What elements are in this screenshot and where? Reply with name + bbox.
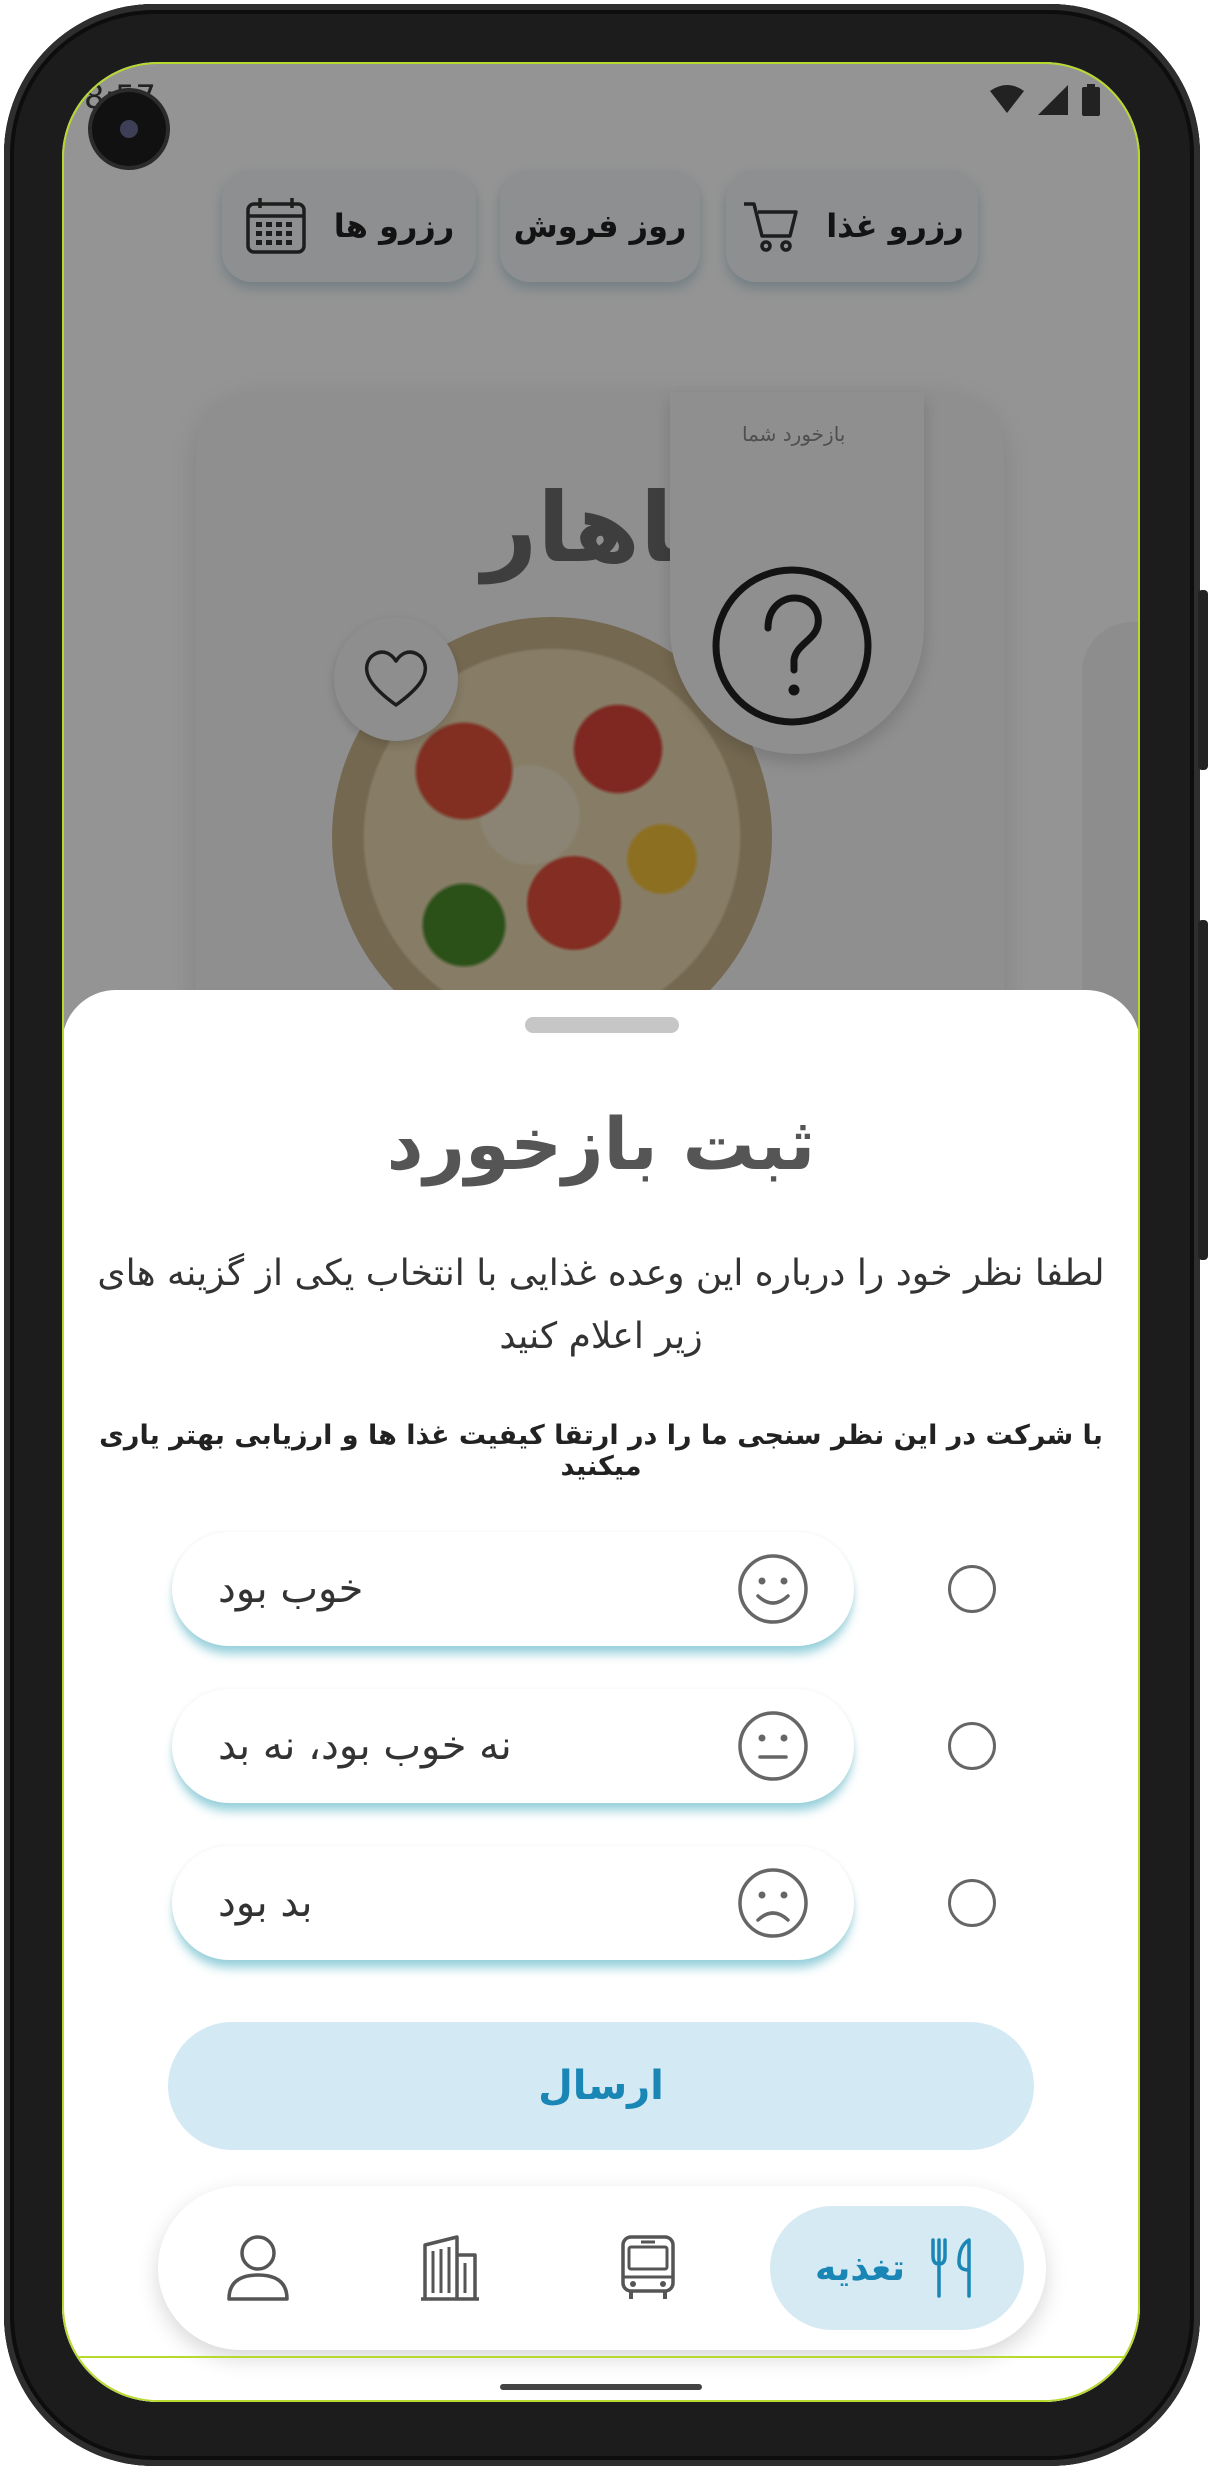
nav-item-nutrition[interactable]: تغذیه <box>770 2206 1024 2330</box>
submit-button-label: ارسال <box>538 2063 664 2109</box>
sheet-description: لطفا نظر خود را درباره این وعده غذایی با… <box>97 1253 1105 1357</box>
screen-edge-line <box>62 2356 1140 2358</box>
nav-item-building[interactable] <box>414 2232 486 2304</box>
battery-icon <box>1082 84 1100 116</box>
front-camera <box>92 92 166 166</box>
neutral-face-icon <box>738 1711 808 1781</box>
user-icon <box>227 2235 289 2301</box>
option-bad-radio[interactable] <box>948 1879 996 1927</box>
power-button <box>1198 590 1208 770</box>
nav-item-profile[interactable] <box>222 2232 294 2304</box>
sheet-drag-handle[interactable] <box>525 1017 679 1033</box>
option-bad-label: بد بود <box>218 1880 313 1926</box>
screen: رزرو غذا روز فروش رزرو ها ناهار بازخورد … <box>62 62 1140 2402</box>
building-icon <box>421 2235 479 2301</box>
option-good[interactable]: خوب بود <box>172 1532 854 1646</box>
home-indicator[interactable] <box>500 2384 702 2390</box>
option-good-radio[interactable] <box>948 1565 996 1613</box>
sheet-note: با شرکت در این نظر سنجی ما را در ارتقا ک… <box>99 1420 1103 1482</box>
option-neutral-label: نه خوب بود، نه بد <box>218 1723 512 1769</box>
wifi-icon <box>990 85 1024 113</box>
option-good-label: خوب بود <box>218 1566 364 1612</box>
sheet-title: ثبت بازخورد <box>386 1102 816 1186</box>
bus-icon <box>621 2235 675 2299</box>
volume-button <box>1198 920 1208 1260</box>
sad-face-icon <box>738 1868 808 1938</box>
signal-icon <box>1038 85 1068 115</box>
option-neutral-radio[interactable] <box>948 1722 996 1770</box>
status-icons <box>990 84 1100 116</box>
option-bad[interactable]: بد بود <box>172 1846 854 1960</box>
nav-item-transport[interactable] <box>612 2232 684 2304</box>
nav-item-nutrition-label: تغذیه <box>815 2247 905 2289</box>
option-neutral[interactable]: نه خوب بود، نه بد <box>172 1689 854 1803</box>
fork-knife-icon <box>931 2238 971 2298</box>
submit-button[interactable]: ارسال <box>168 2022 1034 2150</box>
smile-icon <box>738 1554 808 1624</box>
